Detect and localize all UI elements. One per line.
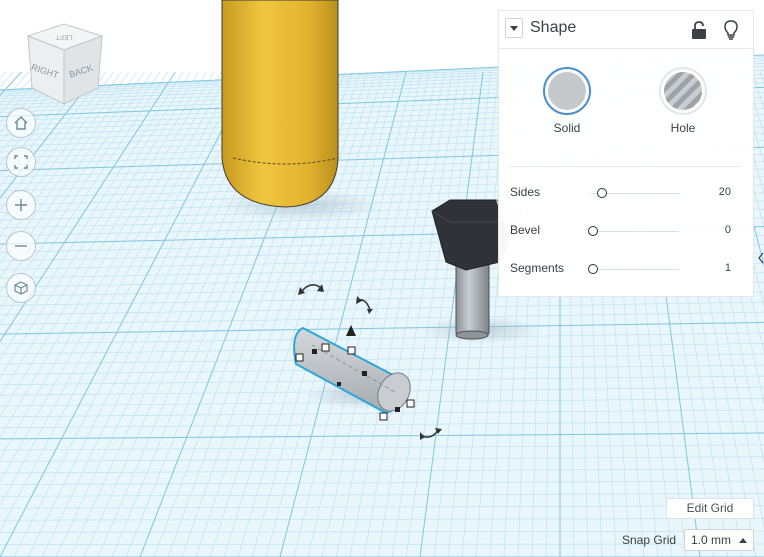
view-cube[interactable]: LEFT RIGHT BACK <box>22 22 106 106</box>
segments-slider-knob[interactable] <box>588 264 598 274</box>
segments-label: Segments <box>510 261 565 275</box>
home-icon <box>14 116 28 130</box>
snap-grid-select[interactable]: 1.0 mm <box>684 529 754 551</box>
yellow-capsule-shape[interactable] <box>221 0 339 208</box>
bevel-label: Bevel <box>510 223 541 237</box>
resize-handle[interactable] <box>347 346 356 355</box>
zoom-out-icon <box>15 245 27 247</box>
zoom-in-icon <box>15 199 27 211</box>
sides-value[interactable]: 20 <box>699 186 731 198</box>
fit-view-icon <box>14 155 28 169</box>
solid-label: Solid <box>553 121 581 135</box>
lock-icon[interactable] <box>691 20 707 40</box>
sides-slider-knob[interactable] <box>596 188 607 198</box>
bevel-value[interactable]: 0 <box>699 224 731 236</box>
lightbulb-icon[interactable] <box>723 19 739 41</box>
divider <box>509 166 741 167</box>
zoom-out-button[interactable] <box>6 231 36 261</box>
resize-handle[interactable] <box>321 343 330 352</box>
bevel-slider-knob[interactable] <box>588 226 598 236</box>
chevron-down-icon <box>510 26 518 31</box>
hole-label: Hole <box>670 121 696 135</box>
resize-handle[interactable] <box>337 382 341 386</box>
hole-swatch[interactable] <box>659 67 707 115</box>
edit-grid-button[interactable]: Edit Grid <box>666 498 754 519</box>
resize-handle[interactable] <box>406 399 415 408</box>
segments-slider-track[interactable] <box>591 269 679 270</box>
home-view-button[interactable] <box>6 108 36 138</box>
resize-handle[interactable] <box>395 407 400 412</box>
sides-label: Sides <box>510 185 541 199</box>
resize-handle[interactable] <box>295 353 304 362</box>
segments-value[interactable]: 1 <box>699 262 731 274</box>
panel-header: Shape <box>499 11 753 48</box>
resize-handle[interactable] <box>379 412 388 421</box>
shape-inspector-panel: Shape Solid Hole Sides 20 Bevel 0 Segmen… <box>498 10 754 297</box>
resize-handle[interactable] <box>362 371 367 376</box>
divider <box>499 48 753 49</box>
zoom-in-button[interactable] <box>6 190 36 220</box>
snap-grid-label: Snap Grid <box>622 533 677 547</box>
solid-swatch[interactable] <box>543 67 591 115</box>
bevel-slider-track[interactable] <box>591 231 679 232</box>
viewcube-top-label: LEFT <box>55 33 73 40</box>
perspective-icon <box>14 281 28 295</box>
collapse-panel-button[interactable] <box>505 18 523 38</box>
panel-title: Shape <box>530 19 577 36</box>
chevron-left-icon[interactable] <box>758 252 764 264</box>
resize-handle[interactable] <box>312 349 317 354</box>
fit-view-button[interactable] <box>6 147 36 177</box>
perspective-button[interactable] <box>6 273 36 303</box>
snap-grid-value: 1.0 mm <box>691 533 732 547</box>
chevron-up-icon <box>739 538 747 543</box>
